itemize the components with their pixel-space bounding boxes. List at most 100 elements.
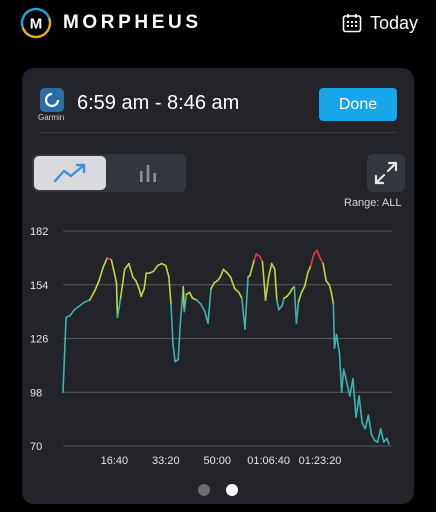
- series-segment: [168, 276, 172, 305]
- series-segment: [229, 276, 236, 290]
- calendar-icon: [342, 14, 362, 33]
- series-segment: [261, 260, 267, 301]
- series-segment: [73, 305, 81, 311]
- logo-letter: M: [30, 16, 43, 33]
- series-segment: [140, 287, 146, 298]
- today-button[interactable]: Today: [342, 11, 418, 35]
- series-segment: [94, 280, 100, 292]
- expand-icon: [374, 161, 398, 185]
- series-segment: [264, 276, 270, 301]
- series-segment: [78, 301, 86, 307]
- series-segment: [69, 308, 76, 317]
- series-segment: [152, 264, 159, 273]
- series-segment: [295, 301, 300, 324]
- series-segment: [258, 255, 264, 263]
- source-label: Garmin: [38, 113, 65, 122]
- line-view-button[interactable]: [34, 156, 106, 190]
- top-bar: M MORPHEUS Today: [0, 0, 436, 50]
- series-segment: [233, 287, 240, 294]
- x-tick-label: 33:20: [152, 455, 180, 466]
- series-segment: [88, 289, 96, 301]
- series-segment: [177, 324, 182, 361]
- morpheus-logo-icon: M: [20, 7, 52, 39]
- series-segment: [338, 353, 343, 394]
- series-segment: [251, 258, 256, 269]
- y-tick-label: 98: [30, 387, 42, 399]
- series-segment: [199, 303, 206, 313]
- page-indicator: [198, 484, 242, 496]
- heart-rate-chart: 182 154 126 98 70 16:40 33:20 50:00 01:06:40 01:2…: [30, 226, 392, 466]
- x-tick-label: 01:23:20: [299, 455, 342, 466]
- series-segment: [370, 433, 376, 442]
- series-segment: [309, 253, 315, 267]
- bar-chart-icon: [140, 165, 156, 182]
- series-segment: [110, 258, 116, 275]
- series-segment: [172, 343, 176, 363]
- view-toggle: [32, 154, 186, 192]
- series-segment: [273, 268, 278, 301]
- brand-title: MORPHEUS: [63, 12, 202, 33]
- divider: [40, 132, 396, 133]
- x-tick-label: 50:00: [203, 455, 231, 466]
- series-segment: [102, 257, 109, 269]
- done-button[interactable]: Done: [319, 88, 397, 121]
- series-segment: [358, 395, 363, 424]
- series-segment: [345, 381, 351, 397]
- series-segment: [219, 268, 225, 278]
- series-segment: [386, 437, 390, 445]
- series-segment: [249, 266, 253, 276]
- series-segment: [207, 287, 212, 324]
- series-segment: [123, 262, 130, 271]
- series-segment: [297, 291, 303, 303]
- series-segment: [355, 395, 360, 419]
- series-segment: [165, 264, 170, 278]
- page-dot[interactable]: [226, 484, 238, 496]
- series-segment: [332, 303, 336, 349]
- series-segment: [306, 264, 312, 275]
- series-segment: [300, 285, 306, 294]
- series-segment: [183, 293, 188, 313]
- line-chart-icon: [53, 163, 86, 183]
- series-segment: [238, 291, 243, 299]
- session-card: Garmin 6:59 am - 8:46 am Done Range: ALL: [22, 68, 414, 504]
- x-tick-label: 16:40: [101, 455, 129, 466]
- series-segment: [293, 285, 298, 324]
- series-segment: [188, 291, 194, 299]
- y-tick-label: 70: [30, 441, 42, 453]
- series-segment: [270, 262, 276, 271]
- today-label: Today: [370, 12, 419, 33]
- series-segment: [322, 262, 328, 282]
- series-segment: [330, 291, 335, 305]
- y-tick-label: 126: [30, 334, 48, 346]
- garmin-icon: [40, 88, 64, 112]
- series-segment: [367, 414, 373, 436]
- time-range: 6:59 am - 8:46 am: [77, 92, 240, 114]
- series-segment: [253, 253, 258, 261]
- series-segment: [342, 368, 348, 384]
- expand-button[interactable]: [367, 154, 405, 192]
- series-segment: [316, 249, 321, 259]
- series-segment: [376, 427, 382, 443]
- series-segment: [119, 268, 126, 299]
- range-label: Range: ALL: [344, 197, 402, 209]
- series-segment: [267, 262, 273, 278]
- series-segment: [98, 266, 104, 282]
- page-dot[interactable]: [198, 484, 210, 496]
- series-segment: [83, 299, 91, 303]
- series-segment: [340, 368, 345, 394]
- series-segment: [379, 427, 385, 443]
- bar-view-button[interactable]: [112, 156, 184, 190]
- series-segment: [352, 378, 357, 419]
- series-segment: [128, 262, 134, 278]
- series-segment: [210, 282, 215, 290]
- series-segment: [143, 272, 148, 290]
- series-segment: [222, 268, 229, 275]
- series-segment: [195, 299, 202, 305]
- series-segment: [276, 299, 280, 311]
- series-segment: [319, 257, 324, 265]
- y-tick-label: 154: [30, 280, 48, 292]
- series-segment: [335, 333, 341, 355]
- series-segment: [115, 282, 119, 319]
- series-segment: [113, 272, 118, 284]
- series-segment: [328, 283, 333, 294]
